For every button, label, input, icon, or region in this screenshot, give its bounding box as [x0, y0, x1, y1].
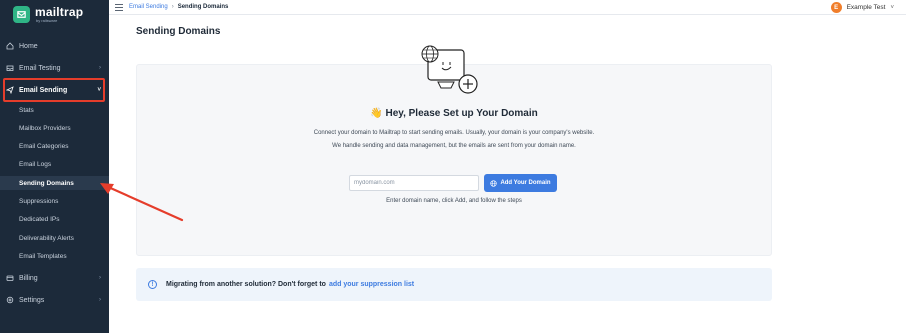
sidebar-subitem-deliverability-alerts[interactable]: Deliverability Alerts: [19, 235, 74, 242]
banner-text: Migrating from another solution? Don't f…: [166, 281, 326, 288]
add-domain-button[interactable]: Add Your Domain: [484, 174, 557, 192]
app-window: mailtrap by railsware Home Email Testing…: [0, 0, 906, 333]
sidebar-subitem-stats[interactable]: Stats: [19, 107, 34, 114]
sidebar-subitem-email-templates[interactable]: Email Templates: [19, 253, 67, 260]
annotation-highlight-box: [3, 78, 105, 102]
billing-icon: [6, 274, 14, 282]
chevron-right-icon: ›: [99, 275, 101, 281]
breadcrumb-parent[interactable]: Email Sending: [129, 4, 168, 10]
inbox-icon: [6, 64, 14, 72]
breadcrumb-current: Sending Domains: [177, 4, 229, 10]
brand-name: mailtrap: [35, 5, 84, 19]
sidebar-subitem-mailbox-providers[interactable]: Mailbox Providers: [19, 125, 71, 132]
topbar: Email Sending › Sending Domains E Exampl…: [109, 0, 906, 15]
user-menu[interactable]: E Example Test ˅: [830, 2, 894, 13]
sidebar-item-label: Billing: [19, 274, 38, 282]
logo[interactable]: mailtrap by railsware: [13, 6, 83, 23]
description-line-1: Connect your domain to Mailtrap to start…: [313, 130, 595, 136]
sidebar: mailtrap by railsware Home Email Testing…: [0, 0, 109, 333]
chevron-right-icon: ›: [99, 65, 101, 71]
page-title: Sending Domains: [136, 26, 221, 37]
home-icon: [6, 42, 14, 50]
sidebar-item-settings[interactable]: Settings ›: [0, 294, 109, 306]
migration-banner: ! Migrating from another solution? Don't…: [136, 268, 772, 301]
add-suppression-list-link[interactable]: add your suppression list: [329, 281, 414, 288]
hero-title: 👋 Hey, Please Set up Your Domain: [370, 108, 538, 119]
gear-icon: [6, 296, 14, 304]
menu-icon[interactable]: [115, 3, 123, 11]
chevron-right-icon: ›: [99, 297, 101, 303]
mailtrap-logo-icon: [13, 6, 30, 23]
avatar: E: [830, 2, 842, 13]
info-icon: !: [148, 280, 157, 289]
sidebar-item-billing[interactable]: Billing ›: [0, 272, 109, 284]
sidebar-subitem-dedicated-ips[interactable]: Dedicated IPs: [19, 216, 59, 223]
sidebar-subitem-email-categories[interactable]: Email Categories: [19, 143, 69, 150]
annotation-arrow-icon: [100, 183, 184, 222]
add-domain-button-label: Add Your Domain: [500, 180, 551, 186]
breadcrumb-separator-icon: ›: [171, 4, 174, 10]
sidebar-item-label: Settings: [19, 296, 45, 304]
brand-sub: by railsware: [36, 18, 58, 23]
globe-icon: [490, 179, 498, 187]
description-line-2: We handle sending and data management, b…: [332, 143, 576, 149]
sidebar-subitem-email-logs[interactable]: Email Logs: [19, 161, 51, 168]
domain-illustration-icon: [421, 45, 478, 94]
input-hint: Enter domain name, click Add, and follow…: [386, 198, 522, 204]
sidebar-item-home[interactable]: Home: [0, 40, 109, 52]
sidebar-subitem-suppressions[interactable]: Suppressions: [19, 198, 58, 205]
sidebar-item-email-testing[interactable]: Email Testing ›: [0, 62, 109, 74]
sidebar-item-label: Home: [19, 42, 38, 50]
sidebar-subitem-sending-domains[interactable]: Sending Domains: [0, 176, 109, 190]
domain-input[interactable]: [349, 175, 479, 191]
user-name: Example Test: [846, 4, 886, 11]
sidebar-item-label: Email Testing: [19, 64, 61, 72]
chevron-down-icon: ˅: [890, 4, 894, 11]
